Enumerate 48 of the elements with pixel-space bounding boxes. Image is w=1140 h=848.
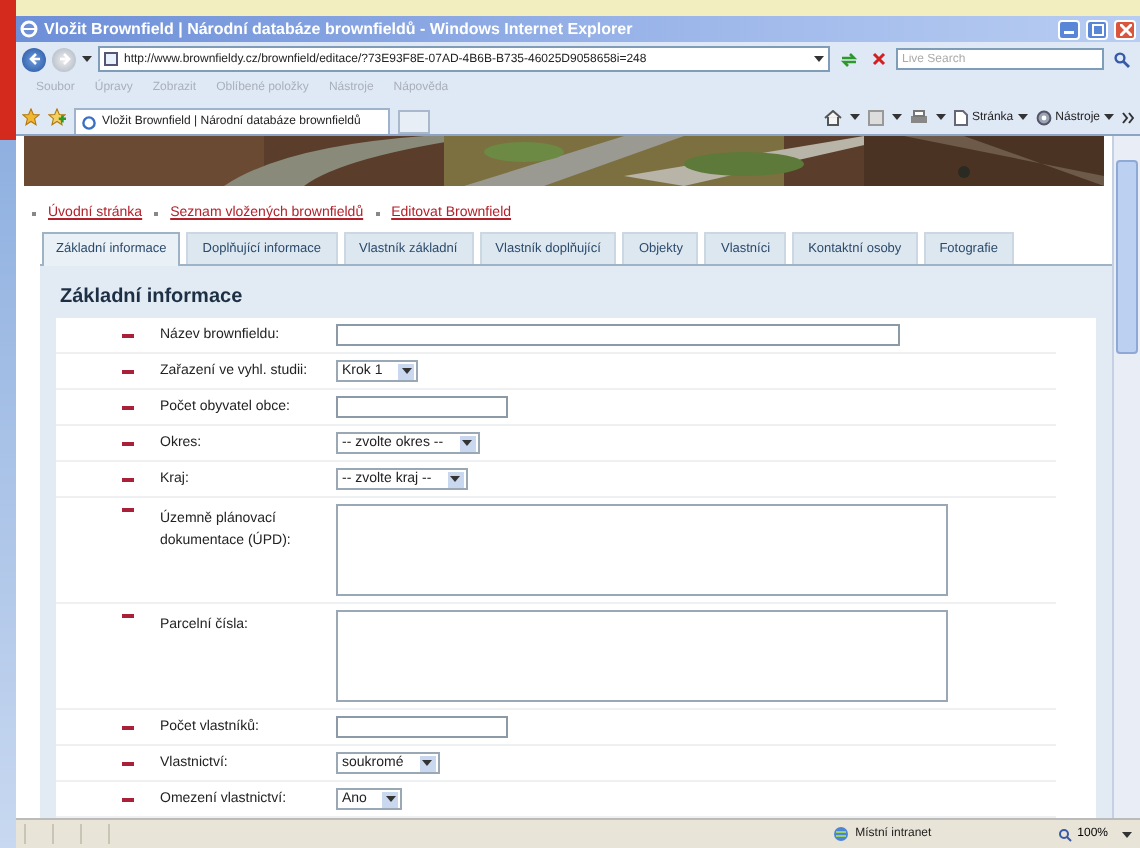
add-favorite-icon[interactable]	[48, 108, 66, 126]
gear-icon	[1035, 109, 1052, 125]
arrow-left-icon	[27, 52, 41, 66]
chevron-down-icon	[401, 368, 412, 374]
close-icon	[1119, 23, 1131, 35]
magnifier-icon	[1057, 827, 1072, 841]
browser-logo-icon	[20, 20, 38, 38]
text-area[interactable]	[336, 504, 948, 596]
page-icon	[104, 52, 118, 66]
scrollbar[interactable]	[1112, 136, 1140, 818]
maximize-icon	[1091, 23, 1103, 35]
arrow-right-icon	[57, 52, 71, 66]
chevron-down-icon	[1122, 831, 1132, 837]
chevron-down-icon	[462, 440, 473, 446]
minimize-button[interactable]	[1058, 19, 1080, 39]
input-field[interactable]	[336, 396, 508, 418]
feed-icon[interactable]	[867, 109, 884, 125]
chevron-down-icon	[385, 796, 396, 802]
search-button[interactable]	[1110, 48, 1134, 70]
input-field[interactable]	[336, 716, 508, 738]
history-caret-icon	[82, 56, 92, 62]
back-button[interactable]	[22, 47, 46, 71]
chevron-double-icon[interactable]	[1122, 111, 1134, 123]
maximize-button[interactable]	[1086, 19, 1108, 39]
page-icon	[82, 115, 96, 129]
printer-icon[interactable]	[909, 109, 928, 125]
star-icon[interactable]	[22, 108, 40, 126]
chevron-down-icon	[450, 476, 461, 482]
home-icon[interactable]	[823, 109, 842, 125]
refresh-icon	[839, 51, 857, 67]
chevron-down-icon	[422, 760, 433, 766]
page-icon	[953, 109, 968, 125]
refresh-button[interactable]	[836, 48, 860, 70]
close-button[interactable]	[1114, 19, 1136, 39]
window-title: Vložit Brownfield | Národní databáze brownfieldů - Windows Internet Explorer	[44, 20, 635, 38]
input-field[interactable]	[336, 324, 900, 346]
caret-icon	[1017, 114, 1028, 120]
caret-icon	[1104, 114, 1114, 120]
new-tab-button[interactable]	[398, 110, 430, 134]
search-icon	[1114, 51, 1130, 67]
caret-icon	[935, 114, 946, 120]
section-heading: Základní informace	[58, 284, 245, 312]
caret-icon	[849, 114, 860, 120]
text-area[interactable]	[336, 610, 948, 702]
caret-icon	[891, 114, 902, 120]
chevron-down-icon	[814, 56, 824, 62]
globe-icon	[831, 826, 850, 842]
stop-icon	[871, 52, 885, 66]
